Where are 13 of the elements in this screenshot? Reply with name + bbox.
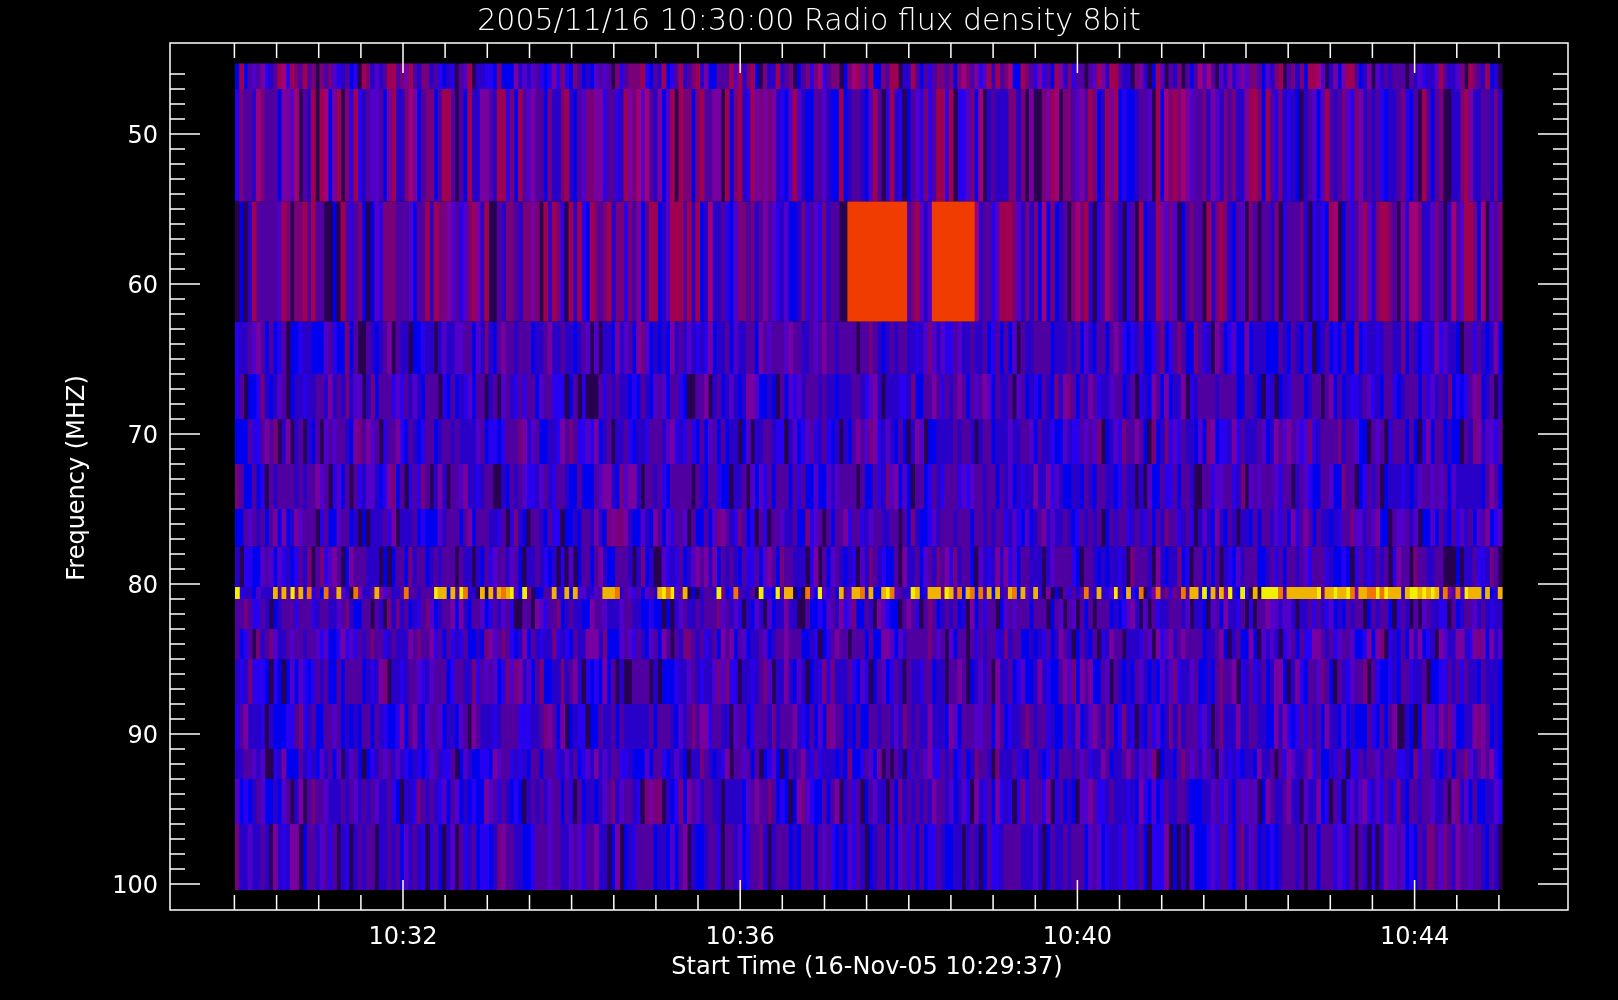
y-tick-label: 90 xyxy=(127,721,158,749)
x-tick-label: 10:40 xyxy=(1042,922,1112,950)
y-tick-label: 100 xyxy=(112,871,158,899)
x-tick-label: 10:44 xyxy=(1380,922,1450,950)
y-tick-label: 60 xyxy=(127,271,158,299)
y-axis-label: Frequency (MHZ) xyxy=(62,375,90,581)
x-tick-label: 10:32 xyxy=(368,922,438,950)
y-tick-label: 50 xyxy=(127,121,158,149)
y-tick-label: 70 xyxy=(127,421,158,449)
x-tick-label: 10:36 xyxy=(705,922,775,950)
y-tick-label: 80 xyxy=(127,571,158,599)
x-axis-label: Start Time (16-Nov-05 10:29:37) xyxy=(671,952,1063,980)
chart-title: 2005/11/16 10:30:00 Radio flux density 8bit xyxy=(477,2,1141,37)
